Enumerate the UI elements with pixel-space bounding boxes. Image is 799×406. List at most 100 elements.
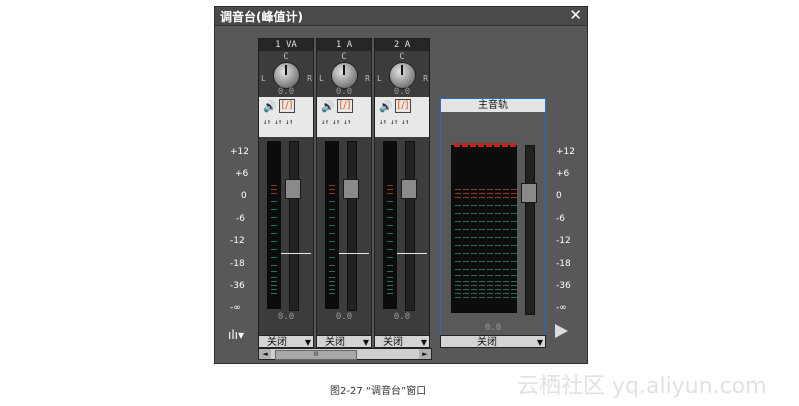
close-icon[interactable]: ✕	[569, 6, 582, 24]
meter-segment	[455, 261, 461, 262]
pan-right-label: R	[423, 74, 428, 83]
meter-segment	[463, 197, 469, 198]
bar-chart-icon[interactable]: ılı▾	[228, 328, 244, 342]
solo-button[interactable]: [/]	[337, 99, 353, 113]
fader-track[interactable]	[347, 141, 357, 311]
speaker-icon[interactable]: 🔊	[321, 100, 335, 113]
speaker-icon[interactable]: 🔊	[263, 100, 277, 113]
meter-segment	[487, 205, 493, 206]
meter-segment	[487, 221, 493, 222]
master-level-value: 0.0	[484, 323, 502, 333]
meter-segment	[495, 297, 501, 298]
scrollbar-thumb[interactable]: III	[275, 350, 357, 360]
meter-segment	[387, 217, 393, 218]
track-name: 1 A	[317, 39, 371, 51]
meter-segment	[495, 289, 501, 290]
meter-segment	[329, 257, 335, 258]
meter-segment	[329, 277, 335, 278]
level-meter	[383, 141, 397, 309]
master-fader-handle[interactable]	[521, 183, 537, 203]
speaker-icon[interactable]: 🔊	[379, 100, 393, 113]
meter-segment	[329, 225, 335, 226]
horizontal-scrollbar[interactable]: ◄ III ►	[258, 348, 432, 360]
scroll-left-arrow-icon[interactable]: ◄	[259, 349, 271, 359]
meter-segment	[271, 189, 277, 190]
db-tick-label: -36	[556, 281, 571, 291]
meter-segment	[329, 189, 335, 190]
meter-segment	[511, 213, 517, 214]
play-triangle-icon[interactable]	[555, 324, 568, 338]
meter-segment	[455, 253, 461, 254]
db-tick-label: -18	[556, 259, 571, 269]
meter-segment	[479, 197, 485, 198]
meter-segment	[495, 275, 501, 276]
meter-segment	[479, 221, 485, 222]
pan-right-label: R	[365, 74, 370, 83]
meter-segment	[511, 237, 517, 238]
pan-knob[interactable]	[389, 62, 416, 89]
meter-segment	[455, 297, 461, 298]
meter-segment	[503, 261, 509, 262]
solo-button[interactable]: [/]	[279, 99, 295, 113]
meter-segment	[495, 229, 501, 230]
fader-track[interactable]	[289, 141, 299, 311]
solo-button[interactable]: [/]	[395, 99, 411, 113]
master-output-select[interactable]: 关闭 ▼	[440, 335, 546, 348]
meter-segment	[471, 205, 477, 206]
pan-center-label: C	[399, 52, 405, 62]
pan-left-label: L	[261, 74, 266, 83]
meter-segment	[503, 253, 509, 254]
meter-segment	[495, 213, 501, 214]
meter-segment	[329, 241, 335, 242]
meter-segment	[511, 229, 517, 230]
meter-segment	[479, 253, 485, 254]
meter-segment	[503, 189, 509, 190]
meter-segment	[455, 281, 461, 282]
meter-segment	[271, 285, 277, 286]
meter-segment	[471, 245, 477, 246]
meter-segment	[455, 193, 461, 194]
meter-segment	[487, 189, 493, 190]
meter-segment	[463, 293, 469, 294]
meter-segment	[487, 237, 493, 238]
meter-segment	[271, 217, 277, 218]
meter-segment	[471, 213, 477, 214]
unity-line	[281, 253, 311, 254]
meter-segment	[487, 281, 493, 282]
meter-segment	[455, 197, 461, 198]
meter-segment	[387, 285, 393, 286]
meter-segment	[503, 221, 509, 222]
output-select-2[interactable]: 关闭 ▼	[316, 335, 372, 348]
meter-segment	[471, 221, 477, 222]
fader-handle[interactable]	[401, 179, 417, 199]
fader-handle[interactable]	[343, 179, 359, 199]
db-tick-label: +12	[230, 147, 249, 157]
pan-knob[interactable]	[331, 62, 358, 89]
meter-segment	[329, 209, 335, 210]
meter-segment	[329, 271, 335, 272]
pan-left-label: L	[377, 74, 382, 83]
scroll-right-arrow-icon[interactable]: ►	[419, 349, 431, 359]
meter-segment	[503, 245, 509, 246]
meter-segment	[387, 281, 393, 282]
meter-segment	[455, 213, 461, 214]
meter-segment	[471, 193, 477, 194]
record-buttons[interactable]: ↓↑ ↓↑ ↓↑	[263, 118, 311, 126]
pan-knob[interactable]	[273, 62, 300, 89]
meter-segment	[329, 233, 335, 234]
record-buttons[interactable]: ↓↑ ↓↑ ↓↑	[379, 118, 427, 126]
fader-track[interactable]	[405, 141, 415, 311]
meter-segment	[503, 213, 509, 214]
meter-segment	[479, 213, 485, 214]
meter-segment	[271, 281, 277, 282]
meter-segment	[495, 205, 501, 206]
meter-segment	[455, 189, 461, 190]
level-value: 0.0	[277, 312, 295, 322]
output-select-1[interactable]: 关闭 ▼	[258, 335, 314, 348]
meter-segment	[511, 221, 517, 222]
output-select-3[interactable]: 关闭 ▼	[374, 335, 430, 348]
record-buttons[interactable]: ↓↑ ↓↑ ↓↑	[321, 118, 369, 126]
master-fader-track[interactable]	[525, 145, 535, 315]
meter-segment	[511, 285, 517, 286]
fader-handle[interactable]	[285, 179, 301, 199]
